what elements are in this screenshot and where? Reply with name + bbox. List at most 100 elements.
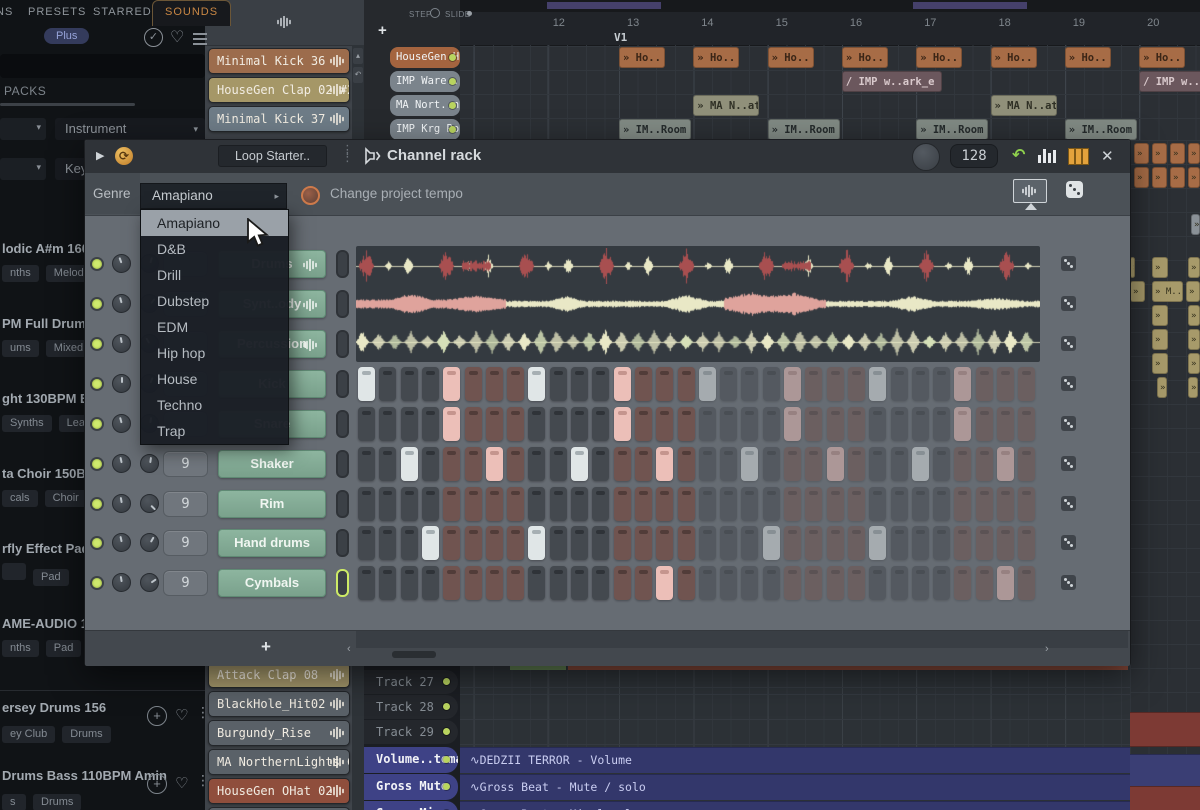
tag-chip[interactable]: ums <box>2 340 39 357</box>
step-cell[interactable] <box>635 487 652 521</box>
volume-knob[interactable] <box>140 573 159 592</box>
step-cell[interactable] <box>869 447 886 481</box>
step-cell[interactable] <box>571 566 588 600</box>
track-row[interactable]: Track 29 <box>364 720 458 744</box>
more-dots-icon[interactable]: ⋮ <box>196 704 210 721</box>
step-cell[interactable] <box>891 447 908 481</box>
add-circle-icon[interactable]: + <box>147 774 167 794</box>
step-cell[interactable] <box>891 526 908 560</box>
step-cell[interactable] <box>954 487 971 521</box>
step-cell[interactable] <box>401 526 418 560</box>
mini-clip[interactable]: » <box>1188 143 1200 164</box>
step-cell[interactable] <box>507 447 524 481</box>
step-cell[interactable] <box>741 367 758 401</box>
genre-option-house[interactable]: House <box>141 366 288 392</box>
playlist-timeline[interactable]: 121314151617181920 V1 <box>460 12 1200 46</box>
track-row-selected[interactable]: Gross Mix <box>364 801 458 810</box>
clip-band[interactable] <box>1130 754 1200 787</box>
mini-clip[interactable]: » <box>1188 305 1200 326</box>
genre-option-dubstep[interactable]: Dubstep <box>141 288 288 314</box>
mini-clip[interactable]: » <box>1130 257 1135 278</box>
window-titlebar[interactable]: ▶ ⟳ Loop Starter.. ⋮⋮ Channel rack 128 ↶ <box>85 140 1130 174</box>
step-cell[interactable] <box>678 367 695 401</box>
genre-option-trap[interactable]: Trap <box>141 418 288 444</box>
step-cell[interactable] <box>848 566 865 600</box>
step-cell[interactable] <box>486 407 503 441</box>
step-cell[interactable] <box>933 566 950 600</box>
tag-chip[interactable]: s <box>2 794 26 810</box>
step-cell[interactable] <box>805 367 822 401</box>
channel-led[interactable] <box>92 499 102 509</box>
step-cell[interactable] <box>997 487 1014 521</box>
step-cell[interactable] <box>443 566 460 600</box>
channel-dice-icon[interactable] <box>1061 336 1076 351</box>
playlist-clip[interactable]: / IMP w..ark_e <box>1139 71 1200 92</box>
step-cell[interactable] <box>358 487 375 521</box>
playlist-right-strip[interactable]: »»»»»»»»»»»»» M..p» M..p» M»»» ..»»»»» <box>1130 140 1200 810</box>
step-cell[interactable] <box>869 367 886 401</box>
more-dots-icon[interactable]: ⋮ <box>196 772 210 789</box>
waveform-synth[interactable] <box>356 286 1040 322</box>
pan-knob[interactable] <box>112 414 131 433</box>
step-cell[interactable] <box>763 407 780 441</box>
step-cell[interactable] <box>848 407 865 441</box>
step-cell[interactable] <box>933 487 950 521</box>
step-cell[interactable] <box>763 367 780 401</box>
step-cell[interactable] <box>678 566 695 600</box>
step-cell[interactable] <box>741 487 758 521</box>
step-cell[interactable] <box>976 367 993 401</box>
step-cell[interactable] <box>848 526 865 560</box>
step-cell[interactable] <box>358 566 375 600</box>
step-cell[interactable] <box>1018 447 1035 481</box>
rack-channel-name[interactable]: IMP Krg Room <box>390 119 460 140</box>
step-cell[interactable] <box>805 566 822 600</box>
genre-option-hip-hop[interactable]: Hip hop <box>141 340 288 366</box>
undo-mini-button[interactable]: ↶ <box>353 67 363 83</box>
browser-item-name[interactable]: PM Full Drums <box>2 316 93 331</box>
mini-clip[interactable]: » <box>1152 167 1167 188</box>
step-cell[interactable] <box>784 447 801 481</box>
step-cell[interactable] <box>422 526 439 560</box>
step-cell[interactable] <box>805 526 822 560</box>
tag-chip[interactable]: nths <box>2 265 39 282</box>
step-cell[interactable] <box>869 566 886 600</box>
step-cell[interactable] <box>358 367 375 401</box>
step-cell[interactable] <box>869 487 886 521</box>
mini-clip[interactable]: » <box>1170 143 1185 164</box>
step-cell[interactable] <box>614 447 631 481</box>
step-cell[interactable] <box>720 566 737 600</box>
step-cell[interactable] <box>720 447 737 481</box>
step-cell[interactable] <box>614 487 631 521</box>
channel-value-box[interactable]: 9 <box>163 530 208 556</box>
mini-clip[interactable]: » <box>1157 377 1167 398</box>
step-cell[interactable] <box>443 367 460 401</box>
step-cell[interactable] <box>571 487 588 521</box>
close-icon[interactable]: ✕ <box>1101 147 1114 165</box>
step-cell[interactable] <box>699 407 716 441</box>
step-cell[interactable] <box>635 407 652 441</box>
step-cell[interactable] <box>678 487 695 521</box>
track-row[interactable]: Track 27 <box>364 670 458 694</box>
step-cell[interactable] <box>997 447 1014 481</box>
step-cell[interactable] <box>933 407 950 441</box>
channel-led[interactable] <box>449 126 456 133</box>
channel-selector[interactable] <box>336 330 349 358</box>
step-cell[interactable] <box>784 367 801 401</box>
sample-item[interactable]: HouseGen Clap 02 #2 <box>208 77 350 103</box>
mini-clip[interactable]: » M <box>1186 281 1200 302</box>
menu-icon[interactable] <box>193 30 207 48</box>
tag-chip[interactable]: nths <box>2 640 39 657</box>
channel-selector[interactable] <box>336 529 349 557</box>
step-cell[interactable] <box>571 367 588 401</box>
browser-item-name[interactable]: lodic A#m 160B <box>2 241 98 256</box>
playlist-clip[interactable]: » Ho.. <box>693 47 739 68</box>
search-input[interactable] <box>0 54 205 78</box>
step-cell[interactable] <box>635 367 652 401</box>
heart-icon[interactable]: ♡ <box>175 706 188 724</box>
step-cell[interactable] <box>954 367 971 401</box>
channel-selector[interactable] <box>336 569 349 597</box>
channel-selector[interactable] <box>336 250 349 278</box>
channel-selector[interactable] <box>336 450 349 478</box>
browser-item-name[interactable]: ersey Drums 156 <box>2 700 106 715</box>
step-cell[interactable] <box>465 367 482 401</box>
